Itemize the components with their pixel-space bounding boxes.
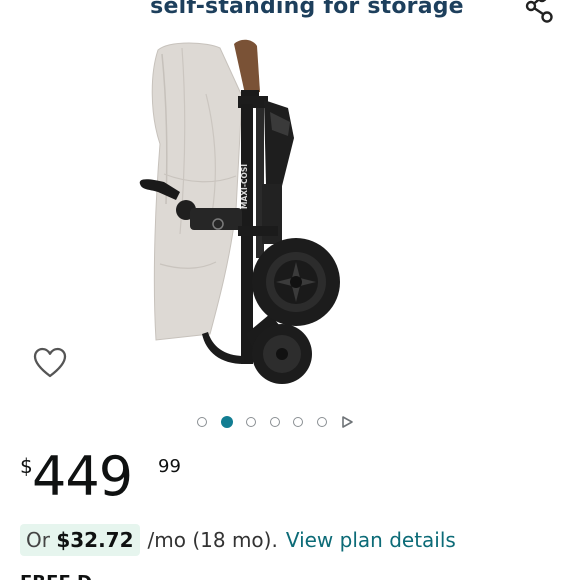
monthly-price-badge: Or $32.72 [20,524,140,556]
carousel-dot[interactable] [197,417,207,427]
image-caption: self-standing for storage [150,0,464,19]
price-currency-symbol: $ [20,454,33,478]
carousel-dot[interactable] [246,417,256,427]
image-carousel-indicator [197,413,354,431]
carousel-dot[interactable] [269,417,280,427]
share-icon [525,0,553,23]
monthly-plan-row: Or $32.72 /mo (18 mo). View plan details [20,522,456,558]
heart-icon [33,347,67,378]
carousel-dot[interactable] [316,417,327,427]
plan-term: /mo (18 mo). [147,528,278,552]
brand-mark: MAXI-COSI [240,164,249,209]
share-button[interactable] [520,0,556,24]
price-whole: 449 [32,445,133,508]
view-plan-details-link[interactable]: View plan details [286,528,456,552]
plan-prefix: Or [26,528,50,552]
product-image[interactable]: MAXI-COSI [120,34,360,394]
carousel-dot-active[interactable] [220,416,233,428]
carousel-dot[interactable] [293,417,303,427]
product-detail-page: self-standing for storage MAXI-COSI $ 44… [0,0,580,580]
play-icon[interactable] [340,415,354,429]
price-fraction: 99 [158,456,181,477]
delivery-text: FREE D [20,572,92,580]
wishlist-button[interactable] [33,347,67,379]
monthly-amount: $32.72 [56,528,134,552]
